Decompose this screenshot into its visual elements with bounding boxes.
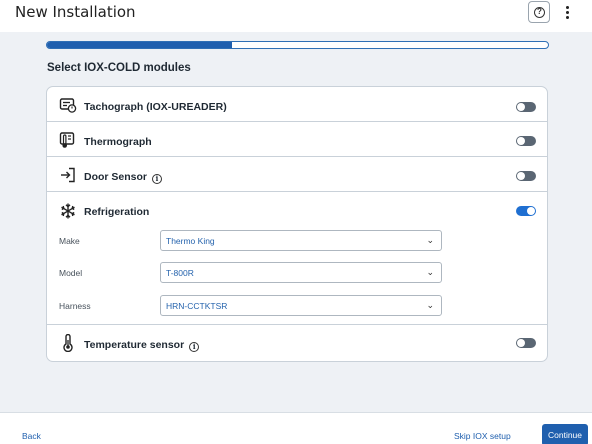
module-label: Temperature sensor <box>84 339 185 351</box>
chevron-down-icon: ⌄ <box>426 267 434 277</box>
module-row-door-sensor: Door Sensor i <box>47 158 547 192</box>
page-title: New Installation <box>15 3 136 21</box>
info-icon[interactable]: i <box>152 174 163 184</box>
section-title: Select IOX-COLD modules <box>47 62 191 74</box>
chevron-down-icon: ⌄ <box>426 300 434 310</box>
thermometer-icon <box>63 334 73 352</box>
refrigeration-toggle[interactable] <box>516 206 536 216</box>
module-row-thermograph: Thermograph <box>47 123 547 157</box>
harness-select[interactable]: HRN-CCTKTSR ⌄ <box>160 295 442 316</box>
module-label: Thermograph <box>84 136 152 148</box>
make-label: Make <box>59 236 80 246</box>
modules-card: Tachograph (IOX-UREADER) Thermograph Doo… <box>46 86 548 362</box>
continue-button[interactable]: Continue <box>542 424 588 444</box>
help-button[interactable]: ? <box>528 1 550 23</box>
model-label: Model <box>59 268 83 278</box>
skip-iox-setup-button[interactable]: Skip IOX setup <box>454 431 511 441</box>
snowflake-icon <box>61 203 75 219</box>
module-label-wrap: Temperature sensor i <box>84 339 200 352</box>
info-icon[interactable]: i <box>189 342 200 352</box>
model-value: T-800R <box>166 268 194 278</box>
back-button[interactable]: Back <box>22 431 41 441</box>
app-header: New Installation ? <box>0 0 592 32</box>
door-enter-icon <box>61 167 75 183</box>
module-row-tachograph: Tachograph (IOX-UREADER) <box>47 87 547 122</box>
thermograph-toggle[interactable] <box>516 136 536 146</box>
module-row-temperature-sensor: Temperature sensor i <box>47 326 547 361</box>
module-label-wrap: Door Sensor i <box>84 171 163 184</box>
module-label: Tachograph (IOX-UREADER) <box>84 101 227 113</box>
model-select[interactable]: T-800R ⌄ <box>160 262 442 283</box>
module-row-refrigeration: Refrigeration Make Thermo King ⌄ Model T… <box>47 193 547 325</box>
module-label: Refrigeration <box>84 206 150 218</box>
temperature-sensor-toggle[interactable] <box>516 338 536 348</box>
module-label: Door Sensor <box>84 171 148 183</box>
make-value: Thermo King <box>166 236 215 246</box>
footer-bar: Back Skip IOX setup Continue <box>0 412 592 444</box>
door-sensor-toggle[interactable] <box>516 171 536 181</box>
more-vertical-icon[interactable] <box>560 4 574 22</box>
make-select[interactable]: Thermo King ⌄ <box>160 230 442 251</box>
setup-progress-bar <box>46 41 549 49</box>
thermograph-icon <box>59 132 75 148</box>
help-circle-icon: ? <box>534 7 545 18</box>
harness-label: Harness <box>59 301 91 311</box>
chevron-down-icon: ⌄ <box>426 235 434 245</box>
tachograph-icon <box>59 98 77 113</box>
tachograph-toggle[interactable] <box>516 102 536 112</box>
harness-value: HRN-CCTKTSR <box>166 301 228 311</box>
progress-fill <box>47 42 233 48</box>
